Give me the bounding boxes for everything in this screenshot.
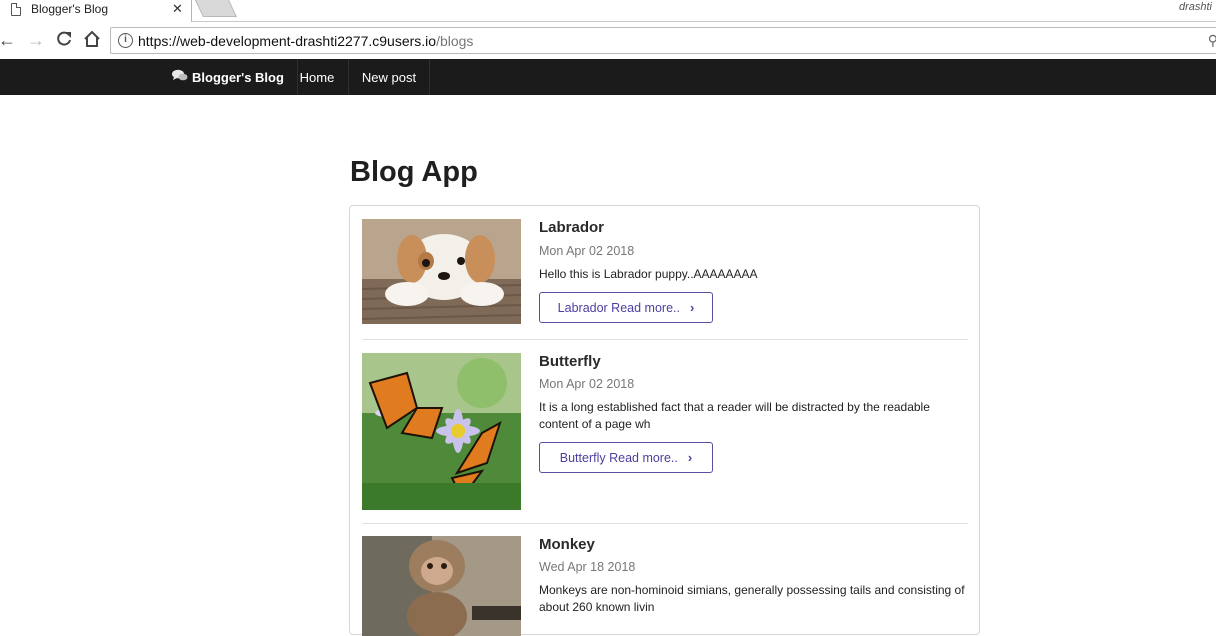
read-more-button[interactable]: Butterfly Read more.. › — [539, 442, 713, 473]
post-date: Mon Apr 02 2018 — [539, 244, 635, 258]
navbar-brand[interactable]: Blogger's Blog — [172, 59, 298, 95]
post-title: Monkey — [539, 536, 595, 553]
brand-label: Blogger's Blog — [192, 69, 284, 85]
nav-new-post-link[interactable]: New post — [349, 59, 430, 95]
post-divider — [362, 523, 968, 524]
post-excerpt: Hello this is Labrador puppy..AAAAAAAA — [539, 267, 758, 281]
address-bar[interactable]: i https://web-development-drashti2277.c9… — [110, 27, 1216, 54]
post-excerpt: Monkeys are non-hominoid simians, genera… — [539, 583, 965, 614]
browser-toolbar: ← → i https://web-development-drashti227… — [0, 23, 1216, 59]
post-title: Butterfly — [539, 353, 601, 370]
post-excerpt: It is a long established fact that a rea… — [539, 400, 930, 431]
chevron-right-icon: › — [689, 300, 695, 315]
nav-home-link[interactable]: Home — [286, 59, 349, 95]
forward-arrow-icon[interactable]: → — [27, 30, 45, 50]
tab-title: Blogger's Blog — [31, 2, 109, 16]
read-more-button[interactable]: Labrador Read more.. › — [539, 292, 713, 323]
page-icon — [11, 3, 21, 16]
page-title: Blog App — [350, 156, 478, 188]
info-icon[interactable]: i — [118, 33, 133, 48]
post-title: Labrador — [539, 219, 605, 236]
new-tab-button[interactable] — [195, 0, 237, 17]
browser-tab[interactable]: Blogger's Blog ✕ — [0, 0, 192, 22]
post-date: Wed Apr 18 2018 — [539, 560, 636, 574]
reload-icon[interactable] — [55, 30, 73, 52]
comments-icon — [172, 69, 188, 85]
home-icon[interactable] — [83, 30, 101, 52]
posts-card: Labrador Mon Apr 02 2018 Hello this is L… — [349, 205, 980, 636]
post-thumbnail-monkey — [362, 536, 521, 636]
url-text[interactable]: https://web-development-drashti2277.c9us… — [138, 33, 473, 49]
zoom-icon[interactable]: ⚲ — [1208, 32, 1216, 49]
back-arrow-icon[interactable]: ← — [0, 30, 16, 50]
post-thumbnail-puppy — [362, 219, 521, 324]
tab-close-icon[interactable]: ✕ — [172, 1, 183, 17]
post-thumbnail-butterfly — [362, 353, 521, 510]
post-date: Mon Apr 02 2018 — [539, 377, 635, 391]
site-navbar: Blogger's Blog Home New post — [0, 59, 1216, 95]
profile-name[interactable]: drashti — [1179, 1, 1212, 13]
post-divider — [362, 339, 968, 340]
chevron-right-icon: › — [687, 450, 693, 465]
browser-tabstrip: Blogger's Blog ✕ drashti — [0, 0, 1216, 22]
